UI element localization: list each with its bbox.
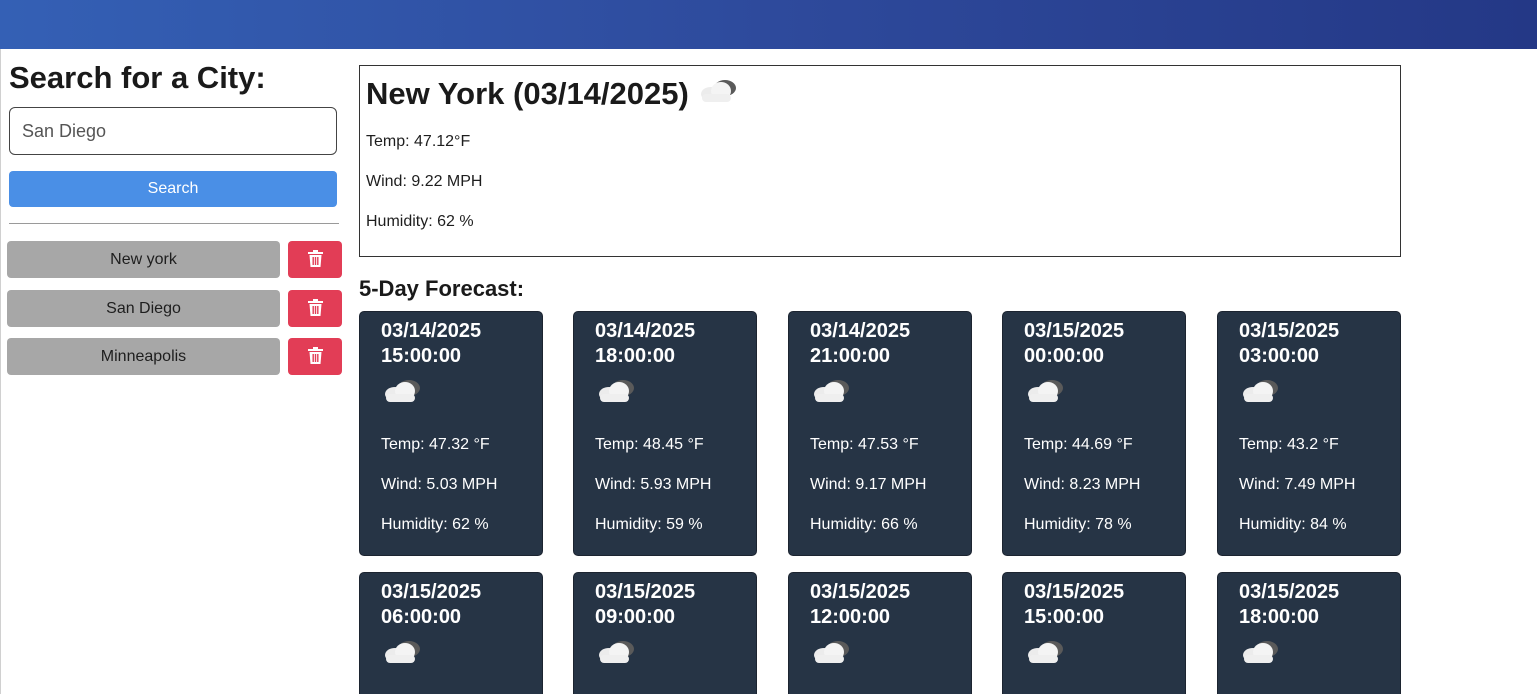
forecast-time: 06:00:00 xyxy=(381,606,462,628)
forecast-card: 03/15/2025 06:00:00 xyxy=(359,572,543,694)
history-city-button[interactable]: San Diego xyxy=(7,290,280,327)
current-weather-panel: New York (03/14/2025) Temp: 47.12°F Wind… xyxy=(359,65,1401,257)
forecast-temp: Temp: 44.69 °F xyxy=(1024,436,1133,453)
forecast-time: 12:00:00 xyxy=(810,606,891,628)
forecast-date: 03/15/2025 03:00:00 xyxy=(1239,320,1340,367)
forecast-humidity: Humidity: 78 % xyxy=(1024,516,1132,533)
forecast-temp: Temp: 48.45 °F xyxy=(595,436,704,453)
current-city-date: New York (03/14/2025) xyxy=(366,76,689,111)
delete-city-button[interactable] xyxy=(288,338,342,375)
history-city-button[interactable]: New york xyxy=(7,241,280,278)
current-weather-title: New York (03/14/2025) xyxy=(366,75,1394,113)
forecast-card: 03/14/2025 15:00:00 Temp: 47.32 °F Wind: 5.… xyxy=(359,311,543,556)
cloud-icon xyxy=(697,75,741,113)
forecast-time: 03:00:00 xyxy=(1239,345,1320,367)
forecast-temp: Temp: 47.32 °F xyxy=(381,436,490,453)
trash-icon xyxy=(307,249,323,270)
forecast-time: 15:00:00 xyxy=(381,345,462,367)
forecast-humidity: Humidity: 62 % xyxy=(381,516,489,533)
divider xyxy=(9,223,339,224)
forecast-time: 18:00:00 xyxy=(595,345,676,367)
forecast-card: 03/15/2025 18:00:00 xyxy=(1217,572,1401,694)
forecast-time: 15:00:00 xyxy=(1024,606,1105,628)
history-item: New york xyxy=(7,241,343,278)
current-humidity: Humidity: 62 % xyxy=(366,213,474,230)
cloud-icon xyxy=(1239,636,1400,680)
history-item: San Diego xyxy=(7,290,343,327)
forecast-date: 03/15/2025 18:00:00 xyxy=(1239,581,1340,628)
cloud-icon xyxy=(595,636,756,680)
trash-icon xyxy=(307,298,323,319)
sidebar: Search for a City: Search New york San D… xyxy=(0,49,350,694)
forecast-date: 03/14/2025 21:00:00 xyxy=(810,320,911,367)
forecast-wind: Wind: 9.17 MPH xyxy=(810,476,927,493)
forecast-card: 03/15/2025 09:00:00 xyxy=(573,572,757,694)
forecast-card: 03/14/2025 21:00:00 Temp: 47.53 °F Wind: 9.… xyxy=(788,311,972,556)
forecast-humidity: Humidity: 84 % xyxy=(1239,516,1347,533)
forecast-temp: Temp: 47.53 °F xyxy=(810,436,919,453)
forecast-date: 03/15/2025 12:00:00 xyxy=(810,581,911,628)
forecast-time: 00:00:00 xyxy=(1024,345,1105,367)
history-item: Minneapolis xyxy=(7,338,343,375)
forecast-temp: Temp: 43.2 °F xyxy=(1239,436,1339,453)
history-city-button[interactable]: Minneapolis xyxy=(7,338,280,375)
trash-icon xyxy=(307,346,323,367)
forecast-card: 03/15/2025 15:00:00 xyxy=(1002,572,1186,694)
forecast-wind: Wind: 8.23 MPH xyxy=(1024,476,1141,493)
forecast-wind: Wind: 5.03 MPH xyxy=(381,476,498,493)
cloud-icon xyxy=(810,636,971,680)
delete-city-button[interactable] xyxy=(288,241,342,278)
cloud-icon xyxy=(1239,375,1400,419)
city-search-input[interactable] xyxy=(9,107,337,155)
forecast-date: 03/15/2025 06:00:00 xyxy=(381,581,482,628)
header-bar xyxy=(0,0,1537,49)
search-history: New york San Diego Minneapolis xyxy=(7,241,343,387)
delete-city-button[interactable] xyxy=(288,290,342,327)
forecast-time: 09:00:00 xyxy=(595,606,676,628)
forecast-humidity: Humidity: 59 % xyxy=(595,516,703,533)
forecast-card: 03/15/2025 00:00:00 Temp: 44.69 °F Wind: 8.… xyxy=(1002,311,1186,556)
forecast-humidity: Humidity: 66 % xyxy=(810,516,918,533)
forecast-wind: Wind: 7.49 MPH xyxy=(1239,476,1356,493)
forecast-date: 03/15/2025 09:00:00 xyxy=(595,581,696,628)
search-title: Search for a City: xyxy=(9,60,266,95)
current-temp: Temp: 47.12°F xyxy=(366,133,471,150)
cloud-icon xyxy=(810,375,971,419)
forecast-date: 03/15/2025 00:00:00 xyxy=(1024,320,1125,367)
forecast-card: 03/15/2025 12:00:00 xyxy=(788,572,972,694)
forecast-card: 03/14/2025 18:00:00 Temp: 48.45 °F Wind: 5.… xyxy=(573,311,757,556)
forecast-time: 18:00:00 xyxy=(1239,606,1320,628)
forecast-date: 03/14/2025 15:00:00 xyxy=(381,320,482,367)
forecast-time: 21:00:00 xyxy=(810,345,891,367)
forecast-wind: Wind: 5.93 MPH xyxy=(595,476,712,493)
search-button[interactable]: Search xyxy=(9,171,337,207)
cloud-icon xyxy=(381,375,542,419)
forecast-date: 03/15/2025 15:00:00 xyxy=(1024,581,1125,628)
forecast-date: 03/14/2025 18:00:00 xyxy=(595,320,696,367)
cloud-icon xyxy=(381,636,542,680)
forecast-card: 03/15/2025 03:00:00 Temp: 43.2 °F Wind: 7.4… xyxy=(1217,311,1401,556)
cloud-icon xyxy=(1024,636,1185,680)
current-wind: Wind: 9.22 MPH xyxy=(366,173,483,190)
cloud-icon xyxy=(1024,375,1185,419)
forecast-title: 5-Day Forecast: xyxy=(359,276,525,301)
cloud-icon xyxy=(595,375,756,419)
